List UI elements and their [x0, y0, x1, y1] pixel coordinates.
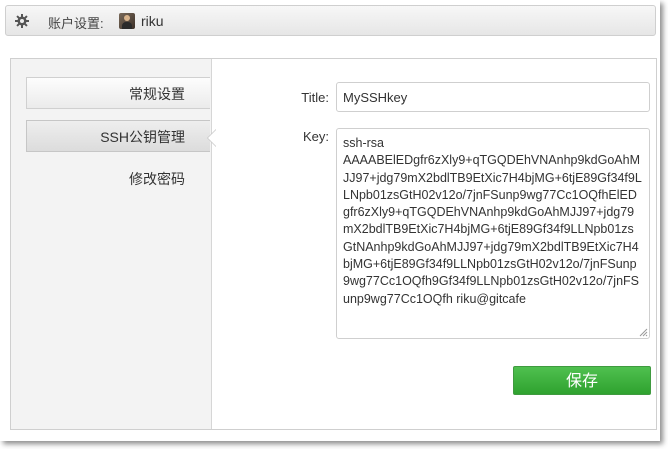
key-label: Key: [302, 129, 329, 144]
settings-panel: 常规设置 SSH公钥管理 修改密码 Title: Key: ssh-rsa AA… [10, 58, 657, 430]
key-textarea[interactable]: ssh-rsa AAAABElEDgfr6zXly9+qTGQDEhVNAnhp… [336, 128, 650, 339]
gear-icon [15, 14, 29, 28]
save-button[interactable]: 保存 [513, 366, 651, 395]
sidebar-item-ssh-keys[interactable]: SSH公钥管理 [26, 120, 210, 152]
sidebar: 常规设置 SSH公钥管理 修改密码 [11, 59, 212, 429]
window: 账户设置: riku 常规设置 SSH公钥管理 修改密码 Title: Key:… [0, 0, 660, 441]
title-input[interactable] [336, 82, 650, 112]
page-title: 账户设置: [48, 16, 104, 31]
avatar[interactable] [119, 13, 135, 29]
sidebar-item-change-password[interactable]: 修改密码 [26, 163, 210, 195]
username-link[interactable]: riku [141, 13, 164, 29]
resize-grip-icon[interactable] [639, 328, 648, 337]
active-pointer [208, 130, 216, 146]
header-bar: 账户设置: riku [5, 5, 656, 36]
sidebar-item-general-settings[interactable]: 常规设置 [26, 77, 210, 109]
title-label: Title: [301, 90, 329, 105]
